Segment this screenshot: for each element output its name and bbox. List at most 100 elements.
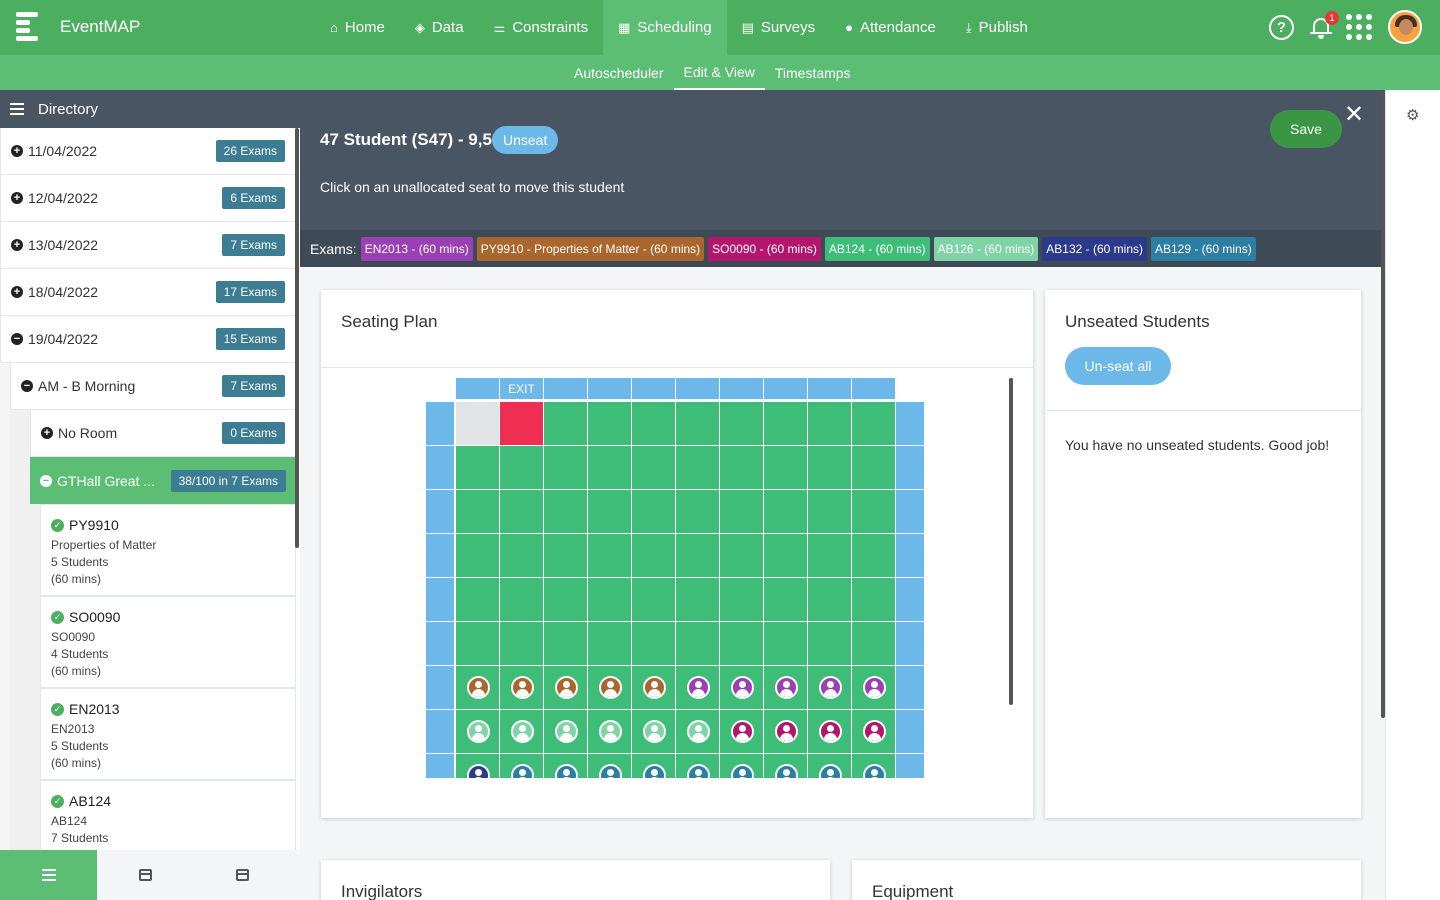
student-icon[interactable] [599,764,622,778]
seat-cell[interactable] [720,534,763,577]
seat-cell[interactable] [720,578,763,621]
seat-cell[interactable] [456,446,499,489]
student-icon[interactable] [819,720,842,743]
seat-cell[interactable] [632,402,675,445]
seat-cell[interactable] [632,710,675,753]
seat-cell[interactable] [852,666,895,709]
seat-cell[interactable] [456,534,499,577]
seat-cell[interactable] [632,754,675,778]
directory-header[interactable]: Directory [0,90,300,128]
toggle-icon[interactable]: + [11,239,23,251]
seat-cell[interactable] [852,622,895,665]
seat-cell[interactable] [720,402,763,445]
notifications-bell-icon[interactable]: 1 [1310,11,1339,39]
sidebar-scrollbar[interactable] [295,128,299,548]
student-icon[interactable] [643,676,666,699]
exam-chip[interactable]: SO0090 - (60 mins) [708,236,821,261]
exam-chip[interactable]: AB129 - (60 mins) [1150,236,1256,261]
student-icon[interactable] [643,764,666,778]
exam-chip[interactable]: AB126 - (60 mins) [933,236,1039,261]
seat-cell[interactable] [588,446,631,489]
student-icon[interactable] [731,764,754,778]
save-button[interactable]: Save [1270,110,1342,148]
app-grid-icon[interactable] [1346,14,1372,40]
student-icon[interactable] [467,676,490,699]
seat-cell[interactable] [676,754,719,778]
subnav-timestamps[interactable]: Timestamps [765,55,861,90]
user-avatar[interactable] [1388,10,1422,44]
seat-cell[interactable] [720,490,763,533]
student-icon[interactable] [731,676,754,699]
student-icon[interactable] [511,764,534,778]
seat-cell[interactable] [588,402,631,445]
seat-cell[interactable] [588,754,631,778]
student-icon[interactable] [555,676,578,699]
exam-list-item[interactable]: ✓ PY9910 Properties of Matter 5 Students (60… [40,504,296,596]
toggle-icon[interactable]: + [11,192,23,204]
exam-chip[interactable]: PY9910 - Properties of Matter - (60 mins… [476,236,705,261]
seat-cell[interactable] [676,402,719,445]
seat-cell[interactable] [720,622,763,665]
seat-cell[interactable] [544,578,587,621]
subnav-edit-view[interactable]: Edit & View [673,55,765,90]
student-icon[interactable] [819,764,842,778]
nav-attendance[interactable]: ● Attendance [830,0,951,55]
student-icon[interactable] [511,720,534,743]
student-icon[interactable] [599,676,622,699]
nav-scheduling[interactable]: ▦ Scheduling [603,0,727,55]
seat-cell[interactable] [500,754,543,778]
student-icon[interactable] [467,720,490,743]
seat-cell[interactable] [808,754,851,778]
student-icon[interactable] [687,764,710,778]
seat-cell[interactable] [632,446,675,489]
seat-cell[interactable] [500,534,543,577]
toggle-icon[interactable]: − [40,474,52,487]
seat-cell[interactable] [852,710,895,753]
no-room-row[interactable]: + No Room 0 Exams [30,410,296,457]
seat-cell[interactable] [544,754,587,778]
seat-cell[interactable] [852,446,895,489]
unavailable-seat[interactable] [456,402,499,445]
seat-cell[interactable] [852,578,895,621]
date-row[interactable]: +11/04/2022 26 Exams [0,128,296,175]
seat-cell[interactable] [456,490,499,533]
student-icon[interactable] [511,676,534,699]
seat-cell[interactable] [588,534,631,577]
help-icon[interactable]: ? [1269,14,1294,40]
student-icon[interactable] [819,676,842,699]
seating-grid-scrollbar[interactable] [1009,378,1013,705]
date-row[interactable]: +18/04/2022 17 Exams [0,269,296,316]
seat-cell[interactable] [588,490,631,533]
seat-cell[interactable] [500,490,543,533]
student-icon[interactable] [863,676,886,699]
seat-cell[interactable] [632,622,675,665]
seat-cell[interactable] [852,490,895,533]
seat-cell[interactable] [808,622,851,665]
student-icon[interactable] [863,764,886,778]
seat-cell[interactable] [456,754,499,778]
seat-cell[interactable] [544,710,587,753]
exam-chip[interactable]: EN2013 - (60 mins) [360,236,473,261]
seat-cell[interactable] [500,666,543,709]
seat-cell[interactable] [764,754,807,778]
toggle-icon[interactable]: + [11,145,23,157]
menu-icon[interactable] [10,103,24,115]
student-icon[interactable] [775,720,798,743]
calendar-check-tab[interactable] [194,850,291,900]
seat-cell[interactable] [456,622,499,665]
seat-cell[interactable] [544,402,587,445]
exam-chip[interactable]: AB124 - (60 mins) [824,236,930,261]
toggle-icon[interactable]: − [11,333,23,345]
toggle-icon[interactable]: + [41,427,53,439]
seat-cell[interactable] [632,578,675,621]
seat-cell[interactable] [632,490,675,533]
seat-cell[interactable] [676,710,719,753]
seat-cell[interactable] [764,622,807,665]
seat-cell[interactable] [544,490,587,533]
session-row[interactable]: − AM - B Morning 7 Exams [10,363,296,410]
student-icon[interactable] [687,676,710,699]
seat-cell[interactable] [720,754,763,778]
seat-cell[interactable] [676,622,719,665]
student-icon[interactable] [775,764,798,778]
exit-seat[interactable] [500,402,543,445]
